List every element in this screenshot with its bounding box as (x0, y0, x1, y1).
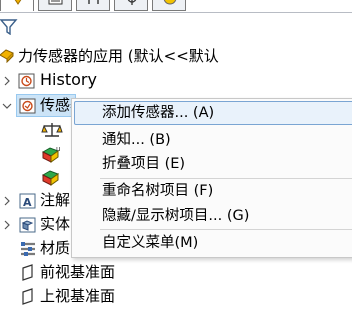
tree-item-material[interactable]: 材质 (0, 237, 75, 261)
menu-item-add-sensor[interactable]: 添加传感器... (A) (102, 104, 214, 122)
dimxpert-manager-tab[interactable] (114, 0, 148, 11)
configuration-icon (88, 0, 99, 4)
configuration-manager-tab[interactable] (76, 0, 110, 11)
menu-item-hide-show-tree-items[interactable]: 隐藏/显示树项目... (G) (102, 207, 249, 225)
tree-item-label: 上视基准面 (40, 287, 116, 305)
plane-icon (22, 288, 33, 305)
sensor-icon (19, 98, 36, 114)
display-manager-tab[interactable] (152, 0, 186, 11)
tree-root-row[interactable]: 力传感器的应用 (默认<<默认 (0, 44, 352, 68)
tree-item-label: 材质 (40, 239, 71, 257)
collapse-arrow-icon[interactable] (2, 101, 12, 111)
part-icon (0, 49, 14, 63)
tree-item-annotations[interactable]: A 注解 (0, 189, 75, 213)
svg-text:A: A (23, 196, 32, 209)
material-icon (21, 242, 35, 256)
expand-arrow-icon[interactable] (2, 196, 12, 206)
menu-separator (100, 178, 352, 179)
expand-arrow-icon[interactable] (2, 220, 12, 230)
filter-icon[interactable] (0, 19, 18, 35)
menu-item-rename-tree-item[interactable]: 重命名树项目 (F) (102, 182, 213, 200)
tree-item-label: 注解 (40, 191, 71, 209)
display-manager-icon (163, 0, 177, 5)
menu-separator (100, 229, 352, 230)
plane-icon (22, 264, 33, 281)
dimxpert-icon (127, 0, 137, 5)
tree-item-top-plane[interactable]: 上视基准面 (0, 285, 140, 309)
tab-divider (0, 12, 352, 13)
property-manager-tab[interactable] (38, 0, 72, 11)
tree-root-label: 力传感器的应用 (默认<<默认 (18, 47, 219, 65)
svg-text:u: u (56, 145, 60, 153)
tree-item-history[interactable]: History (0, 69, 120, 93)
tree-item-label: 传感器 (40, 96, 74, 114)
menu-item-collapse-items[interactable]: 折叠项目 (E) (102, 155, 185, 173)
tree-item-label: 前视基准面 (40, 263, 116, 281)
displacement-sensor-icon[interactable] (41, 168, 63, 186)
menu-item-notification[interactable]: 通知... (B) (102, 131, 171, 149)
solid-bodies-icon (19, 217, 36, 233)
feature-manager-tab[interactable] (0, 0, 34, 11)
annotations-icon: A (19, 193, 36, 209)
menu-item-customize-menu[interactable]: 自定义菜单(M) (102, 234, 198, 252)
tree-item-sensors[interactable]: 传感器 (0, 94, 80, 118)
mass-sensor-icon[interactable] (41, 122, 63, 138)
expand-arrow-icon[interactable] (2, 76, 12, 86)
context-menu: 添加传感器... (A) 通知... (B) 折叠项目 (E) 重命名树项目 (… (71, 98, 352, 258)
manager-tab-bar (0, 0, 352, 13)
feature-manager-icon (14, 0, 22, 5)
property-list-icon (48, 0, 63, 5)
tree-item-label: 实体 (40, 215, 71, 233)
tree-item-front-plane[interactable]: 前视基准面 (0, 261, 140, 285)
tree-item-solid-bodies[interactable]: 实体 (0, 213, 75, 237)
stress-sensor-icon[interactable]: u (41, 145, 63, 163)
history-icon (18, 73, 35, 89)
tree-item-label: History (40, 70, 97, 89)
